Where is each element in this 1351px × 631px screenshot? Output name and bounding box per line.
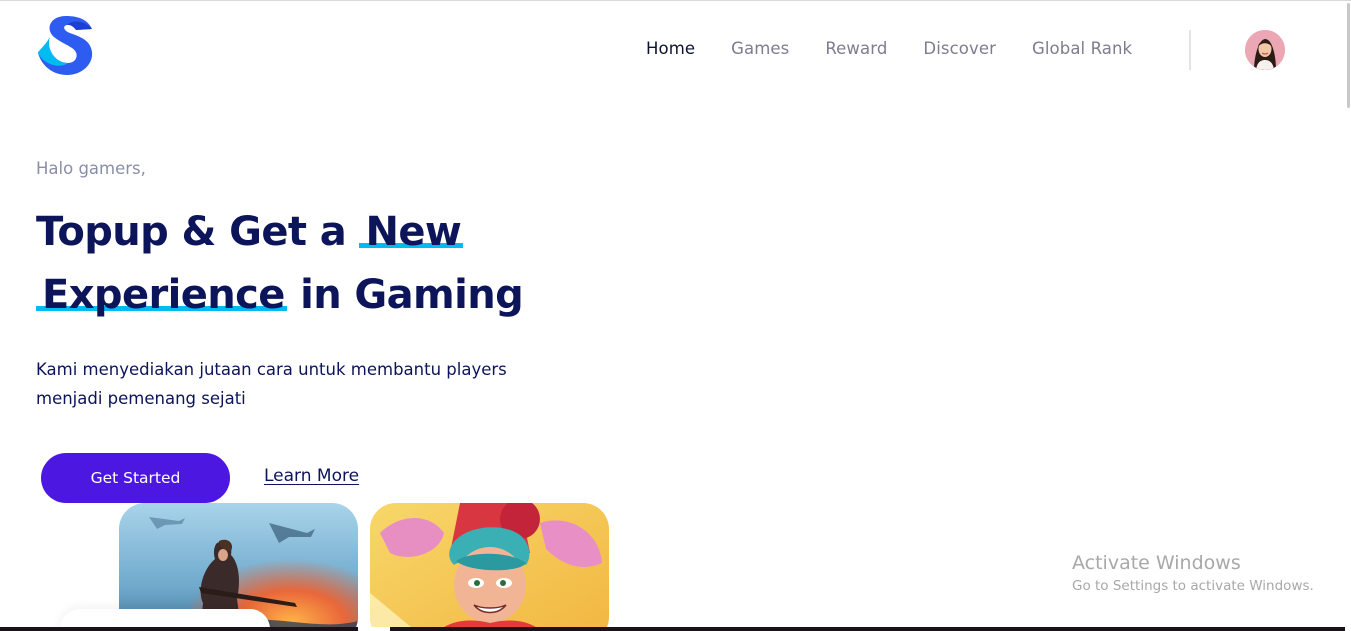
nav-divider xyxy=(1189,30,1191,70)
headline-text-end: in Gaming xyxy=(300,272,524,318)
headline-highlight-new: New xyxy=(359,209,464,255)
headline-highlight-experience: Experience xyxy=(36,272,287,318)
nav-reward-link[interactable]: Reward xyxy=(825,39,887,58)
headline-text: Topup & Get a xyxy=(36,209,347,255)
scrollbar-thumb[interactable] xyxy=(1347,3,1350,108)
user-avatar[interactable] xyxy=(1245,30,1285,70)
nav-global-rank-link[interactable]: Global Rank xyxy=(1032,39,1132,58)
bottom-dark-strip xyxy=(0,627,1351,631)
nav-discover-link[interactable]: Discover xyxy=(923,39,996,58)
activate-windows-watermark: Activate Windows Go to Settings to activ… xyxy=(1072,551,1314,597)
landing-page: Home Games Reward Discover Global Rank H… xyxy=(0,0,1351,631)
get-started-button[interactable]: Get Started xyxy=(41,453,230,503)
watermark-subtitle: Go to Settings to activate Windows. xyxy=(1072,578,1314,594)
hero-description: Kami menyediakan jutaan cara untuk memba… xyxy=(36,360,507,408)
watermark-title: Activate Windows xyxy=(1072,552,1241,574)
arcade-hero-cover-image[interactable] xyxy=(370,503,609,631)
nav-home-link[interactable]: Home xyxy=(646,39,695,58)
vertical-scrollbar[interactable] xyxy=(1345,1,1351,631)
bottom-strip-gap xyxy=(358,627,390,631)
hero-headline: Topup & Get a New Experience in Gaming xyxy=(36,201,524,327)
main-nav: Home Games Reward Discover Global Rank xyxy=(646,39,1168,58)
s-logo-icon[interactable] xyxy=(36,15,96,75)
hero-greeting: Halo gamers, xyxy=(36,159,146,178)
nav-games-link[interactable]: Games xyxy=(731,39,789,58)
learn-more-link[interactable]: Learn More xyxy=(264,466,359,486)
